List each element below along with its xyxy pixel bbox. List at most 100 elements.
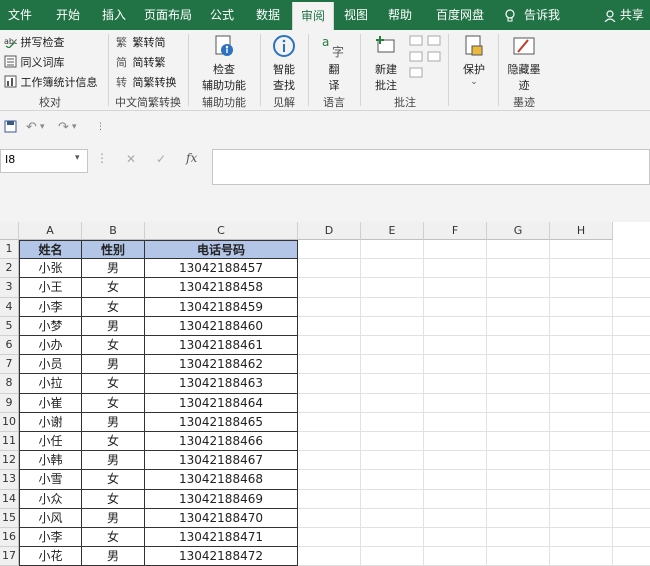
translate-button[interactable]: a字 翻 译 — [316, 34, 352, 93]
empty-cell[interactable] — [361, 316, 424, 336]
empty-cell[interactable] — [550, 432, 613, 452]
save-icon[interactable] — [4, 120, 17, 136]
empty-cell[interactable] — [361, 528, 424, 548]
empty-cell[interactable] — [361, 240, 424, 260]
empty-cell[interactable] — [298, 374, 361, 394]
table-cell[interactable]: 小雪 — [19, 470, 82, 490]
tab-review[interactable]: 审阅 — [292, 2, 334, 30]
empty-cell[interactable] — [424, 508, 487, 528]
empty-cell[interactable] — [550, 547, 613, 566]
empty-cell[interactable] — [613, 374, 650, 394]
tab-data[interactable]: 数据 — [250, 0, 286, 30]
empty-cell[interactable] — [487, 451, 550, 471]
table-cell[interactable]: 13042188465 — [145, 412, 298, 432]
empty-cell[interactable] — [361, 451, 424, 471]
table-cell[interactable]: 小梦 — [19, 316, 82, 336]
table-cell[interactable]: 女 — [82, 432, 145, 452]
table-cell[interactable]: 女 — [82, 489, 145, 509]
table-cell[interactable]: 13042188462 — [145, 355, 298, 375]
table-cell[interactable]: 13042188459 — [145, 297, 298, 317]
name-box-dropdown-icon[interactable]: ▾ — [75, 153, 80, 163]
empty-cell[interactable] — [361, 259, 424, 279]
empty-cell[interactable] — [361, 508, 424, 528]
empty-cell[interactable] — [550, 259, 613, 279]
row-header[interactable]: 3 — [0, 278, 19, 298]
hide-ink-button[interactable]: 隐藏墨 迹 — [504, 34, 544, 93]
table-cell[interactable]: 13042188463 — [145, 374, 298, 394]
table-header-cell[interactable]: 姓名 — [19, 240, 82, 260]
empty-cell[interactable] — [613, 278, 650, 298]
empty-cell[interactable] — [550, 528, 613, 548]
empty-cell[interactable] — [298, 470, 361, 490]
empty-cell[interactable] — [550, 316, 613, 336]
empty-cell[interactable] — [487, 547, 550, 566]
row-header[interactable]: 6 — [0, 336, 19, 356]
empty-cell[interactable] — [298, 297, 361, 317]
empty-cell[interactable] — [550, 508, 613, 528]
table-cell[interactable]: 小风 — [19, 508, 82, 528]
tab-help[interactable]: 帮助 — [382, 0, 418, 30]
table-cell[interactable]: 13042188458 — [145, 278, 298, 298]
table-cell[interactable]: 13042188468 — [145, 470, 298, 490]
empty-cell[interactable] — [550, 451, 613, 471]
empty-cell[interactable] — [298, 393, 361, 413]
table-cell[interactable]: 男 — [82, 316, 145, 336]
empty-cell[interactable] — [613, 470, 650, 490]
table-cell[interactable]: 男 — [82, 508, 145, 528]
row-header[interactable]: 14 — [0, 489, 19, 509]
empty-cell[interactable] — [487, 336, 550, 356]
empty-cell[interactable] — [361, 278, 424, 298]
empty-cell[interactable] — [487, 355, 550, 375]
empty-cell[interactable] — [424, 355, 487, 375]
undo-dropdown-icon[interactable]: ▾ — [40, 122, 45, 132]
empty-cell[interactable] — [487, 470, 550, 490]
new-comment-button[interactable]: 新建 批注 — [368, 34, 404, 93]
table-cell[interactable]: 13042188464 — [145, 393, 298, 413]
table-cell[interactable]: 小谢 — [19, 412, 82, 432]
table-cell[interactable]: 13042188461 — [145, 336, 298, 356]
table-cell[interactable]: 女 — [82, 528, 145, 548]
redo-icon[interactable]: ↷ — [58, 120, 69, 135]
column-header[interactable]: B — [82, 222, 145, 240]
empty-cell[interactable] — [298, 489, 361, 509]
insert-function-icon[interactable]: fx — [186, 151, 197, 165]
table-cell[interactable]: 13042188460 — [145, 316, 298, 336]
redo-dropdown-icon[interactable]: ▾ — [72, 122, 77, 132]
formula-input[interactable] — [212, 149, 650, 185]
empty-cell[interactable] — [613, 547, 650, 566]
row-header[interactable]: 16 — [0, 528, 19, 548]
table-cell[interactable]: 小韩 — [19, 451, 82, 471]
empty-cell[interactable] — [487, 393, 550, 413]
row-header[interactable]: 9 — [0, 393, 19, 413]
table-cell[interactable]: 小任 — [19, 432, 82, 452]
trad-to-simp-button[interactable]: 繁 繁转简 — [116, 34, 166, 51]
empty-cell[interactable] — [487, 374, 550, 394]
table-cell[interactable]: 小众 — [19, 489, 82, 509]
row-header[interactable]: 2 — [0, 259, 19, 279]
thesaurus-button[interactable]: 同义词库 — [4, 54, 65, 71]
empty-cell[interactable] — [550, 355, 613, 375]
table-cell[interactable]: 13042188472 — [145, 547, 298, 566]
row-header[interactable]: 10 — [0, 412, 19, 432]
table-header-cell[interactable]: 性别 — [82, 240, 145, 260]
table-cell[interactable]: 小办 — [19, 336, 82, 356]
share-button[interactable]: 共享 — [600, 0, 648, 30]
row-header[interactable]: 12 — [0, 451, 19, 471]
table-cell[interactable]: 13042188471 — [145, 528, 298, 548]
table-cell[interactable]: 小拉 — [19, 374, 82, 394]
undo-icon[interactable]: ↶ — [26, 120, 37, 135]
table-cell[interactable]: 男 — [82, 451, 145, 471]
empty-cell[interactable] — [361, 297, 424, 317]
cancel-icon[interactable]: ✕ — [126, 152, 136, 166]
empty-cell[interactable] — [424, 336, 487, 356]
empty-cell[interactable] — [424, 489, 487, 509]
row-header[interactable]: 11 — [0, 432, 19, 452]
empty-cell[interactable] — [424, 470, 487, 490]
row-header[interactable]: 15 — [0, 508, 19, 528]
row-header[interactable]: 7 — [0, 355, 19, 375]
tab-home[interactable]: 开始 — [50, 0, 86, 30]
table-cell[interactable]: 女 — [82, 297, 145, 317]
protect-button[interactable]: 保护 ⌄ — [456, 34, 492, 87]
empty-cell[interactable] — [298, 336, 361, 356]
empty-cell[interactable] — [361, 412, 424, 432]
